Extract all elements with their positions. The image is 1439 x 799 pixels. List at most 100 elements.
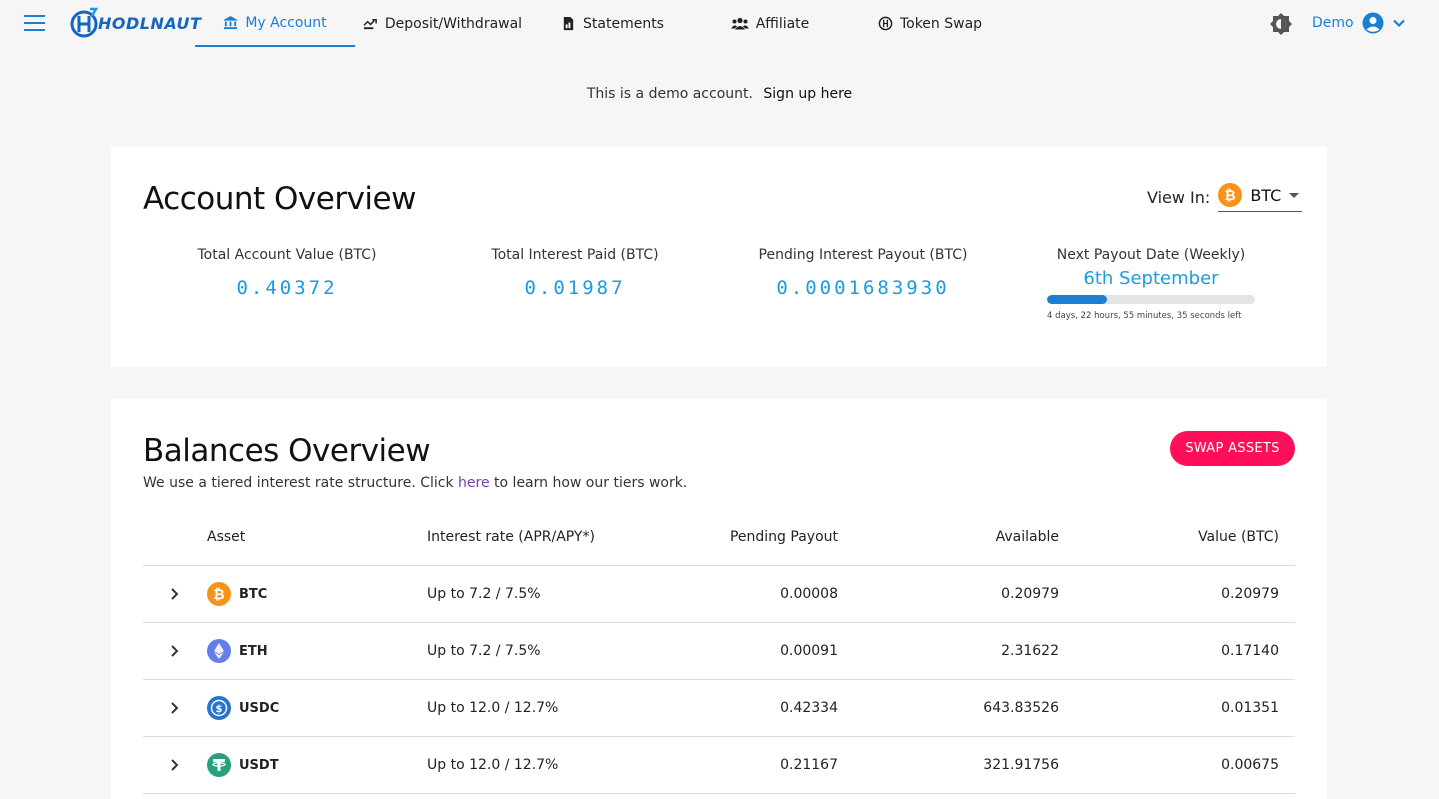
interest-rate-cell: Up to 7.2 / 7.5% <box>427 586 541 602</box>
value-cell: 0.20979 <box>1221 586 1279 602</box>
payout-progress-fill <box>1047 295 1108 304</box>
table-row[interactable]: ETH Up to 7.2 / 7.5% 0.00091 2.31622 0.1… <box>143 623 1295 680</box>
payout-date: 6th September <box>1083 268 1219 289</box>
interest-rate-cell: Up to 12.0 / 12.7% <box>427 700 559 716</box>
user-menu[interactable]: Demo <box>1312 10 1406 36</box>
column-pending-payout: Pending Payout <box>729 529 838 545</box>
account-overview-card: Account Overview View In: ₿ BTC Total Ac… <box>111 147 1327 367</box>
asset-name: ETH <box>239 643 268 659</box>
column-available: Available <box>995 529 1059 545</box>
menu-icon[interactable] <box>24 15 45 31</box>
brightness-icon[interactable] <box>1269 12 1293 36</box>
view-in-control: View In: ₿ BTC <box>1147 183 1303 212</box>
demo-banner-text: This is a demo account. <box>586 86 753 102</box>
stat-total-interest-paid: Total Interest Paid (BTC) 0.01987 <box>430 247 720 299</box>
swap-assets-button[interactable]: SWAP ASSETS <box>1170 431 1295 466</box>
transfer-icon <box>363 19 377 30</box>
stat-value: 0.40372 <box>236 277 338 299</box>
view-in-currency-select[interactable]: ₿ BTC <box>1218 183 1303 212</box>
logo-mark-icon <box>70 7 99 38</box>
value-cell: 0.17140 <box>1221 643 1279 659</box>
account-circle-icon <box>1362 12 1384 34</box>
asset-cell: ₿ BTC <box>207 582 427 606</box>
expand-row-button[interactable] <box>165 698 185 718</box>
asset-name: BTC <box>239 586 268 602</box>
demo-banner: This is a demo account. Sign up here <box>0 86 1439 102</box>
next-payout: Next Payout Date (Weekly) 6th September … <box>1047 247 1255 321</box>
interest-rate-cell: Up to 12.0 / 12.7% <box>427 757 559 773</box>
available-cell: 321.91756 <box>983 757 1059 773</box>
tab-deposit-withdrawal[interactable]: Deposit/Withdrawal <box>360 0 525 47</box>
balances-table: Asset Interest rate (APR/APY*) Pending P… <box>143 509 1295 794</box>
column-value-btc: Value (BTC) <box>1198 529 1279 545</box>
payout-time-remaining: 4 days, 22 hours, 55 minutes, 35 seconds… <box>1047 311 1242 321</box>
pending-payout-cell: 0.21167 <box>780 757 838 773</box>
tiers-note-suffix: to learn how our tiers work. <box>494 475 688 491</box>
chevron-down-icon <box>1392 19 1405 28</box>
asset-name: USDC <box>239 700 280 716</box>
usdc-icon: $ <box>207 696 231 720</box>
interest-rate-cell: Up to 7.2 / 7.5% <box>427 643 541 659</box>
available-cell: 2.31622 <box>1001 643 1059 659</box>
user-name: Demo <box>1312 15 1354 31</box>
expand-row-button[interactable] <box>165 755 185 775</box>
expand-row-button[interactable] <box>165 584 185 604</box>
value-cell: 0.01351 <box>1221 700 1279 716</box>
table-row[interactable]: USDT Up to 12.0 / 12.7% 0.21167 321.9175… <box>143 737 1295 794</box>
tab-label: Deposit/Withdrawal <box>384 15 523 32</box>
stat-value: 0.01987 <box>524 277 626 299</box>
svg-text:$: $ <box>216 704 223 715</box>
stat-label: Total Account Value (BTC) <box>197 247 377 263</box>
view-in-value: BTC <box>1250 185 1282 205</box>
bitcoin-icon: ₿ <box>207 582 231 606</box>
top-navigation-bar: HODLNAUT My Account Deposit/Withdrawal S… <box>0 0 1439 47</box>
stat-value: 0.0001683930 <box>776 277 950 299</box>
tab-affiliate[interactable]: Affiliate <box>715 0 825 47</box>
chevron-right-icon <box>171 645 179 657</box>
asset-name: USDT <box>239 757 279 773</box>
bank-icon <box>224 15 238 30</box>
chevron-right-icon <box>171 588 179 600</box>
payout-label: Next Payout Date (Weekly) <box>1056 247 1246 263</box>
tiers-note-prefix: We use a tiered interest rate structure.… <box>143 475 454 491</box>
balances-overview-card: Balances Overview SWAP ASSETS We use a t… <box>111 399 1327 799</box>
column-asset: Asset <box>207 529 246 545</box>
stat-label: Pending Interest Payout (BTC) <box>758 247 968 263</box>
pending-payout-cell: 0.00091 <box>780 643 838 659</box>
hodlnaut-logo[interactable]: HODLNAUT <box>70 6 201 40</box>
table-row[interactable]: $ USDC Up to 12.0 / 12.7% 0.42334 643.83… <box>143 680 1295 737</box>
table-row[interactable]: ₿ BTC Up to 7.2 / 7.5% 0.00008 0.20979 0… <box>143 566 1295 623</box>
chevron-right-icon <box>171 702 179 714</box>
ethereum-icon <box>207 639 231 663</box>
asset-cell: ETH <box>207 639 427 663</box>
pending-payout-cell: 0.42334 <box>780 700 838 716</box>
tab-token-swap[interactable]: Token Swap <box>865 0 995 47</box>
tab-label: Token Swap <box>899 15 983 32</box>
bitcoin-icon: ₿ <box>1218 183 1243 207</box>
table-header: Asset Interest rate (APR/APY*) Pending P… <box>143 509 1295 566</box>
tether-icon <box>207 753 231 777</box>
logo-text: HODLNAUT <box>98 13 202 33</box>
chevron-right-icon <box>171 759 179 771</box>
document-icon <box>563 16 574 31</box>
asset-cell: USDT <box>207 753 427 777</box>
svg-text:₿: ₿ <box>1225 188 1236 204</box>
tab-my-account[interactable]: My Account <box>195 0 355 47</box>
tab-statements[interactable]: Statements <box>540 0 685 47</box>
tiers-here-link[interactable]: here <box>458 475 490 491</box>
svg-text:₿: ₿ <box>213 587 224 603</box>
balances-overview-title: Balances Overview <box>143 433 431 469</box>
sign-up-link[interactable]: Sign up here <box>763 86 852 102</box>
expand-row-button[interactable] <box>165 641 185 661</box>
dropdown-caret-icon <box>1289 192 1300 198</box>
swap-circle-icon <box>878 16 893 31</box>
available-cell: 643.83526 <box>983 700 1059 716</box>
tab-label: Statements <box>583 15 664 32</box>
stat-pending-interest-payout: Pending Interest Payout (BTC) 0.00016839… <box>718 247 1008 299</box>
available-cell: 0.20979 <box>1001 586 1059 602</box>
payout-progress-bar <box>1047 295 1255 304</box>
stat-total-account-value: Total Account Value (BTC) 0.40372 <box>142 247 432 299</box>
account-overview-title: Account Overview <box>143 181 416 217</box>
tiers-note: We use a tiered interest rate structure.… <box>143 475 687 491</box>
value-cell: 0.00675 <box>1221 757 1279 773</box>
